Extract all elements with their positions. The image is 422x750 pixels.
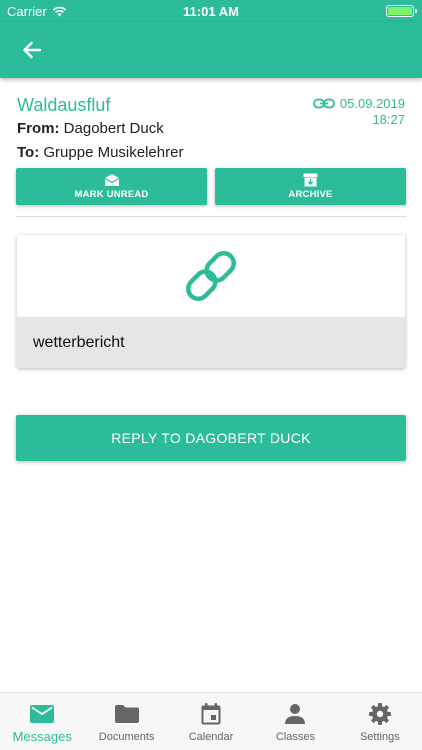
calendar-icon <box>201 703 221 725</box>
reply-button[interactable]: REPLY TO DAGOBERT DUCK <box>16 415 406 461</box>
person-icon <box>285 704 306 724</box>
attachment-card[interactable]: wetterbericht <box>17 235 405 368</box>
mark-unread-button[interactable]: MARK UNREAD <box>16 168 207 205</box>
archive-button[interactable]: ARCHIVE <box>215 168 406 205</box>
gear-icon <box>368 703 391 725</box>
tab-messages-label: Messages <box>12 729 72 744</box>
tab-messages[interactable]: Messages <box>0 693 84 750</box>
tab-settings[interactable]: Settings <box>338 693 422 750</box>
arrow-left-icon <box>23 41 42 59</box>
back-button[interactable] <box>16 36 48 64</box>
tab-classes-label: Classes <box>275 731 315 743</box>
attachment-preview <box>17 235 405 317</box>
tab-classes[interactable]: Classes <box>253 693 337 750</box>
message-actions: MARK UNREAD ARCHIVE <box>16 168 406 205</box>
battery-icon <box>386 5 417 17</box>
attachment-name: wetterbericht <box>17 317 405 368</box>
from-label: From: <box>17 120 60 137</box>
recipient-name: Gruppe Musikelehrer <box>43 144 184 161</box>
status-time: 11:01 AM <box>183 4 239 19</box>
status-bar: Carrier 11:01 AM <box>0 0 422 22</box>
archive-icon <box>303 173 318 187</box>
tab-settings-label: Settings <box>359 731 400 743</box>
tab-calendar[interactable]: Calendar <box>169 693 253 750</box>
tab-calendar-label: Calendar <box>188 731 234 743</box>
mark-unread-label: MARK UNREAD <box>74 189 149 200</box>
tab-documents-label: Documents <box>98 731 155 743</box>
envelope-open-icon <box>104 174 119 186</box>
folder-icon <box>114 705 139 723</box>
message-date: 05.09.2019 <box>339 96 405 111</box>
to-line: To: Gruppe Musikelehrer <box>17 142 407 164</box>
envelope-icon <box>30 705 55 723</box>
app-bar <box>0 22 422 78</box>
message-header: Waldausfluf From: Dagobert Duck To: Grup… <box>17 94 407 164</box>
archive-label: ARCHIVE <box>288 189 333 200</box>
to-label: To: <box>17 144 40 161</box>
tab-documents[interactable]: Documents <box>84 693 168 750</box>
divider <box>16 216 406 217</box>
link-icon <box>186 251 236 301</box>
link-icon <box>313 98 335 109</box>
tab-bar: Messages Documents Calendar Classes Sett… <box>0 692 422 750</box>
sender-name: Dagobert Duck <box>63 120 164 137</box>
message-time: 18:27 <box>372 112 405 127</box>
message-datetime: 05.09.2019 18:27 <box>313 96 405 128</box>
